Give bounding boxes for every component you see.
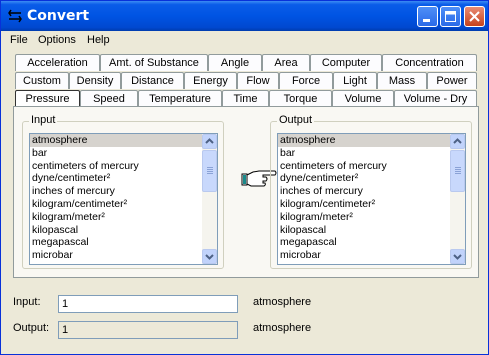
list-item[interactable]: centimeters of mercury (278, 160, 465, 173)
grip-line (455, 167, 461, 168)
output-unit-list[interactable]: atmosphere bar centimeters of mercury dy… (277, 133, 466, 265)
list-item[interactable]: bar (30, 147, 217, 160)
menu-options[interactable]: Options (38, 34, 76, 46)
tab-speed[interactable]: Speed (80, 90, 138, 107)
input-list-scrollbar[interactable] (202, 134, 217, 264)
output-unit-label: atmosphere (253, 322, 312, 334)
scroll-down-button[interactable] (450, 249, 465, 264)
chevron-up-icon (453, 138, 462, 144)
tab-time[interactable]: Time (222, 90, 269, 107)
tab-force[interactable]: Force (279, 72, 333, 89)
output-label: Output: (13, 322, 50, 334)
window-title: Convert (27, 8, 90, 24)
scroll-up-button[interactable] (202, 134, 217, 149)
tab-pressure[interactable]: Pressure (15, 90, 80, 107)
list-item[interactable]: atmosphere (30, 134, 217, 147)
tab-volume-dry[interactable]: Volume - Dry (394, 90, 477, 107)
tab-concentration[interactable]: Concentration (382, 54, 477, 71)
tab-light[interactable]: Light (333, 72, 377, 89)
minimize-button[interactable] (417, 6, 438, 27)
tab-distance[interactable]: Distance (121, 72, 184, 89)
tab-computer[interactable]: Computer (310, 54, 382, 71)
grip-line (455, 169, 461, 170)
close-button[interactable] (464, 6, 485, 27)
grip-line (207, 173, 213, 174)
tab-volume[interactable]: Volume (332, 90, 394, 107)
scroll-up-button[interactable] (450, 134, 465, 149)
list-item[interactable]: megapascal (30, 236, 217, 249)
tab-custom[interactable]: Custom (15, 72, 69, 89)
grip-line (455, 171, 461, 172)
input-unit-list[interactable]: atmosphere bar centimeters of mercury dy… (29, 133, 218, 265)
scroll-thumb[interactable] (450, 150, 465, 192)
list-item[interactable]: kilopascal (278, 224, 465, 237)
list-item[interactable]: kilogram/meter² (278, 211, 465, 224)
output-group-title: Output (277, 114, 315, 126)
list-item[interactable]: inches of mercury (278, 185, 465, 198)
scroll-thumb[interactable] (202, 150, 217, 192)
output-list-scrollbar[interactable] (450, 134, 465, 264)
list-item[interactable]: bar (278, 147, 465, 160)
menu-help[interactable]: Help (87, 34, 110, 46)
tab-area[interactable]: Area (262, 54, 310, 71)
list-item[interactable]: kilogram/centimeter² (30, 198, 217, 211)
list-item[interactable]: dyne/centimeter² (278, 172, 465, 185)
list-item[interactable]: kilopascal (30, 224, 217, 237)
list-item[interactable]: kilogram/meter² (30, 211, 217, 224)
list-item[interactable]: megapascal (278, 236, 465, 249)
pressure-panel: Input atmosphere bar centimeters of merc… (13, 106, 479, 278)
maximize-icon (445, 11, 456, 22)
tab-torque[interactable]: Torque (269, 90, 332, 107)
input-label: Input: (13, 296, 41, 308)
tab-energy[interactable]: Energy (184, 72, 237, 89)
tab-mass[interactable]: Mass (377, 72, 427, 89)
convert-icon (8, 9, 22, 23)
minimize-icon (423, 19, 430, 22)
tab-temperature[interactable]: Temperature (138, 90, 222, 107)
input-unit-label: atmosphere (253, 296, 312, 308)
input-value-field[interactable]: 1 (58, 295, 238, 313)
close-icon (469, 11, 480, 22)
input-group: Input atmosphere bar centimeters of merc… (22, 114, 224, 269)
tab-angle[interactable]: Angle (208, 54, 262, 71)
list-item[interactable]: centimeters of mercury (30, 160, 217, 173)
menu-file[interactable]: File (10, 34, 28, 46)
output-group: Output atmosphere bar centimeters of mer… (270, 114, 472, 269)
title-bar[interactable]: Convert (1, 1, 488, 31)
chevron-down-icon (205, 254, 214, 260)
grip-line (455, 173, 461, 174)
menu-bar: File Options Help (1, 31, 488, 50)
list-item[interactable]: microbar (278, 249, 465, 262)
input-group-title: Input (29, 114, 58, 126)
convert-window: Convert File Options Help Acceleration A… (0, 0, 489, 355)
scroll-down-button[interactable] (202, 249, 217, 264)
tab-density[interactable]: Density (69, 72, 121, 89)
grip-line (207, 167, 213, 168)
tab-flow[interactable]: Flow (237, 72, 279, 89)
tab-amt-of-substance[interactable]: Amt. of Substance (100, 54, 208, 71)
list-item[interactable]: atmosphere (278, 134, 465, 147)
chevron-up-icon (205, 138, 214, 144)
list-item[interactable]: inches of mercury (30, 185, 217, 198)
chevron-down-icon (453, 254, 462, 260)
list-item[interactable]: microbar (30, 249, 217, 262)
tab-power[interactable]: Power (427, 72, 477, 89)
maximize-button[interactable] (440, 6, 461, 27)
list-item[interactable]: dyne/centimeter² (30, 172, 217, 185)
grip-line (207, 169, 213, 170)
tab-acceleration[interactable]: Acceleration (15, 54, 100, 71)
list-item[interactable]: kilogram/centimeter² (278, 198, 465, 211)
output-value-field[interactable]: 1 (58, 321, 238, 339)
grip-line (207, 171, 213, 172)
